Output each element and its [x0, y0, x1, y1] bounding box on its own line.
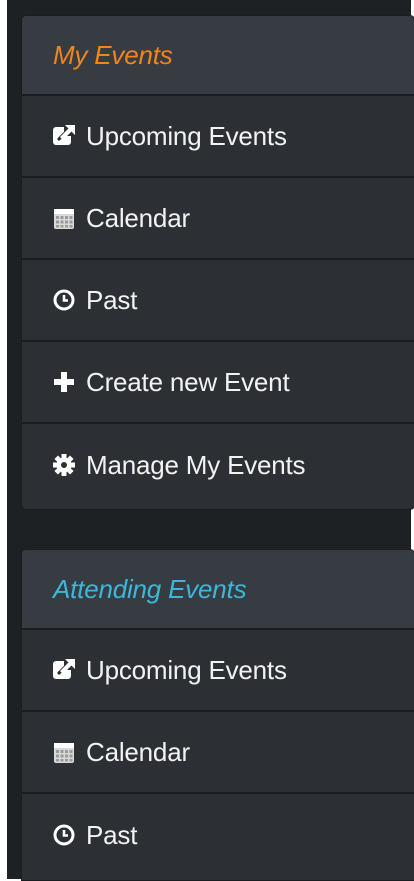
clock-icon — [52, 288, 76, 312]
gear-icon — [52, 453, 76, 477]
attending-past-item[interactable]: Past — [22, 794, 414, 876]
manage-my-events-item[interactable]: Manage My Events — [22, 424, 414, 506]
attending-upcoming-item[interactable]: Upcoming Events — [22, 630, 414, 712]
my-events-title: My Events — [53, 39, 173, 70]
manage-my-events-label: Manage My Events — [86, 449, 306, 480]
create-new-event-label: Create new Event — [86, 366, 290, 397]
calendar-label: Calendar — [86, 736, 190, 767]
clock-icon — [52, 823, 76, 847]
sidebar: My Events Upcoming Events Calendar Past … — [7, 0, 414, 881]
my-events-upcoming-item[interactable]: Upcoming Events — [22, 96, 414, 178]
calendar-label: Calendar — [86, 202, 190, 233]
past-label: Past — [86, 284, 138, 315]
calendar-icon — [52, 740, 76, 764]
attending-events-panel: Attending Events Upcoming Events Calenda… — [21, 549, 414, 881]
my-events-calendar-item[interactable]: Calendar — [22, 178, 414, 260]
external-link-icon — [52, 658, 76, 682]
attending-events-title: Attending Events — [53, 573, 247, 604]
create-new-event-item[interactable]: Create new Event — [22, 342, 414, 424]
external-link-icon — [52, 124, 76, 148]
plus-icon — [52, 370, 76, 394]
attending-events-header: Attending Events — [22, 550, 414, 630]
my-events-header: My Events — [22, 16, 414, 96]
calendar-icon — [52, 206, 76, 230]
my-events-panel: My Events Upcoming Events Calendar Past … — [21, 15, 414, 510]
my-events-past-item[interactable]: Past — [22, 260, 414, 342]
upcoming-events-label: Upcoming Events — [86, 654, 287, 685]
upcoming-events-label: Upcoming Events — [86, 120, 287, 151]
past-label: Past — [86, 819, 138, 850]
attending-calendar-item[interactable]: Calendar — [22, 712, 414, 794]
